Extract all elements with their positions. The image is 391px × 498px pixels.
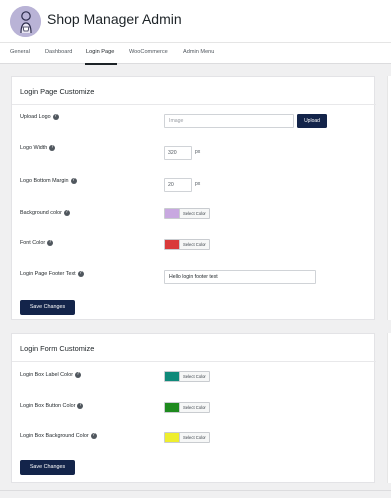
label-color-picker[interactable]: Select Color: [164, 371, 210, 382]
color-swatch: [165, 372, 179, 381]
select-color-label: Select Color: [179, 372, 209, 381]
color-swatch: [165, 209, 179, 218]
footer-text-input[interactable]: Hello login footer text: [164, 270, 316, 284]
footer-text-label: Login Page Footer Text ?: [20, 271, 84, 277]
select-color-label: Select Color: [179, 209, 209, 218]
login-box-background-color-label: Login Box Background Color ?: [20, 433, 97, 439]
help-icon[interactable]: ?: [77, 403, 84, 409]
background-color-picker[interactable]: Select Color: [164, 208, 210, 219]
field-label-text: Background color: [20, 210, 62, 216]
field-label-text: Login Box Background Color: [20, 433, 89, 439]
color-swatch: [165, 433, 179, 442]
unit-label: px: [195, 181, 201, 187]
button-color-picker[interactable]: Select Color: [164, 402, 210, 413]
logo-width-input[interactable]: 320: [164, 146, 192, 160]
field-label-text: Logo Width: [20, 145, 48, 151]
card-title: Login Page Customize: [20, 87, 95, 96]
field-label-text: Upload Logo: [20, 114, 51, 120]
help-icon[interactable]: ?: [49, 145, 56, 151]
field-label-text: Logo Bottom Margin: [20, 178, 69, 184]
tab-admin-menu[interactable]: Admin Menu: [183, 49, 214, 55]
logo-bottom-margin-label: Logo Bottom Margin ?: [20, 178, 77, 184]
select-color-label: Select Color: [179, 403, 209, 412]
font-color-picker[interactable]: Select Color: [164, 239, 210, 250]
logo-width-label: Logo Width ?: [20, 145, 56, 151]
color-swatch: [165, 403, 179, 412]
select-color-label: Select Color: [179, 240, 209, 249]
logo-image-input[interactable]: Image: [164, 114, 294, 128]
background-color-label: Background color ?: [20, 210, 70, 216]
settings-tabs: General Dashboard Login Page WooCommerce…: [0, 42, 391, 65]
font-color-label: Font Color ?: [20, 240, 54, 246]
help-icon[interactable]: ?: [47, 240, 54, 246]
select-color-label: Select Color: [179, 433, 209, 442]
field-label-text: Font Color: [20, 240, 46, 246]
help-icon[interactable]: ?: [90, 433, 97, 439]
footer-divider: [0, 490, 391, 491]
card-title: Login Form Customize: [20, 344, 95, 353]
save-changes-button[interactable]: Save Changes: [20, 300, 75, 315]
active-tab-indicator: [85, 63, 117, 65]
field-label-text: Login Box Button Color: [20, 403, 76, 409]
divider: [12, 361, 376, 362]
help-icon[interactable]: ?: [75, 372, 82, 378]
color-swatch: [165, 240, 179, 249]
tab-general[interactable]: General: [10, 49, 30, 55]
login-box-button-color-label: Login Box Button Color ?: [20, 403, 84, 409]
field-label-text: Login Box Label Color: [20, 372, 74, 378]
help-icon[interactable]: ?: [63, 210, 70, 216]
help-icon[interactable]: ?: [77, 271, 84, 277]
side-panel-edge: [387, 76, 391, 320]
help-icon[interactable]: ?: [70, 178, 77, 184]
tab-dashboard[interactable]: Dashboard: [45, 49, 72, 55]
background-color-picker[interactable]: Select Color: [164, 432, 210, 443]
field-label-text: Login Page Footer Text: [20, 271, 76, 277]
app-title: Shop Manager Admin: [47, 11, 182, 27]
shopkeeper-avatar-icon: [10, 6, 41, 37]
save-changes-button[interactable]: Save Changes: [20, 460, 75, 475]
login-form-card: Login Form Customize Login Box Label Col…: [11, 333, 376, 483]
login-box-label-color-label: Login Box Label Color ?: [20, 372, 82, 378]
login-page-card: Login Page Customize Upload Logo ? Image…: [11, 76, 376, 320]
side-panel-edge: [387, 333, 391, 483]
tab-login-page[interactable]: Login Page: [86, 49, 114, 55]
help-icon[interactable]: ?: [52, 114, 59, 120]
unit-label: px: [195, 149, 201, 155]
upload-button[interactable]: Upload: [297, 114, 327, 128]
divider: [12, 104, 376, 105]
upload-logo-label: Upload Logo ?: [20, 114, 59, 120]
app-header: Shop Manager Admin: [0, 0, 391, 42]
logo-bottom-margin-input[interactable]: 20: [164, 178, 192, 192]
tab-woocommerce[interactable]: WooCommerce: [129, 49, 168, 55]
